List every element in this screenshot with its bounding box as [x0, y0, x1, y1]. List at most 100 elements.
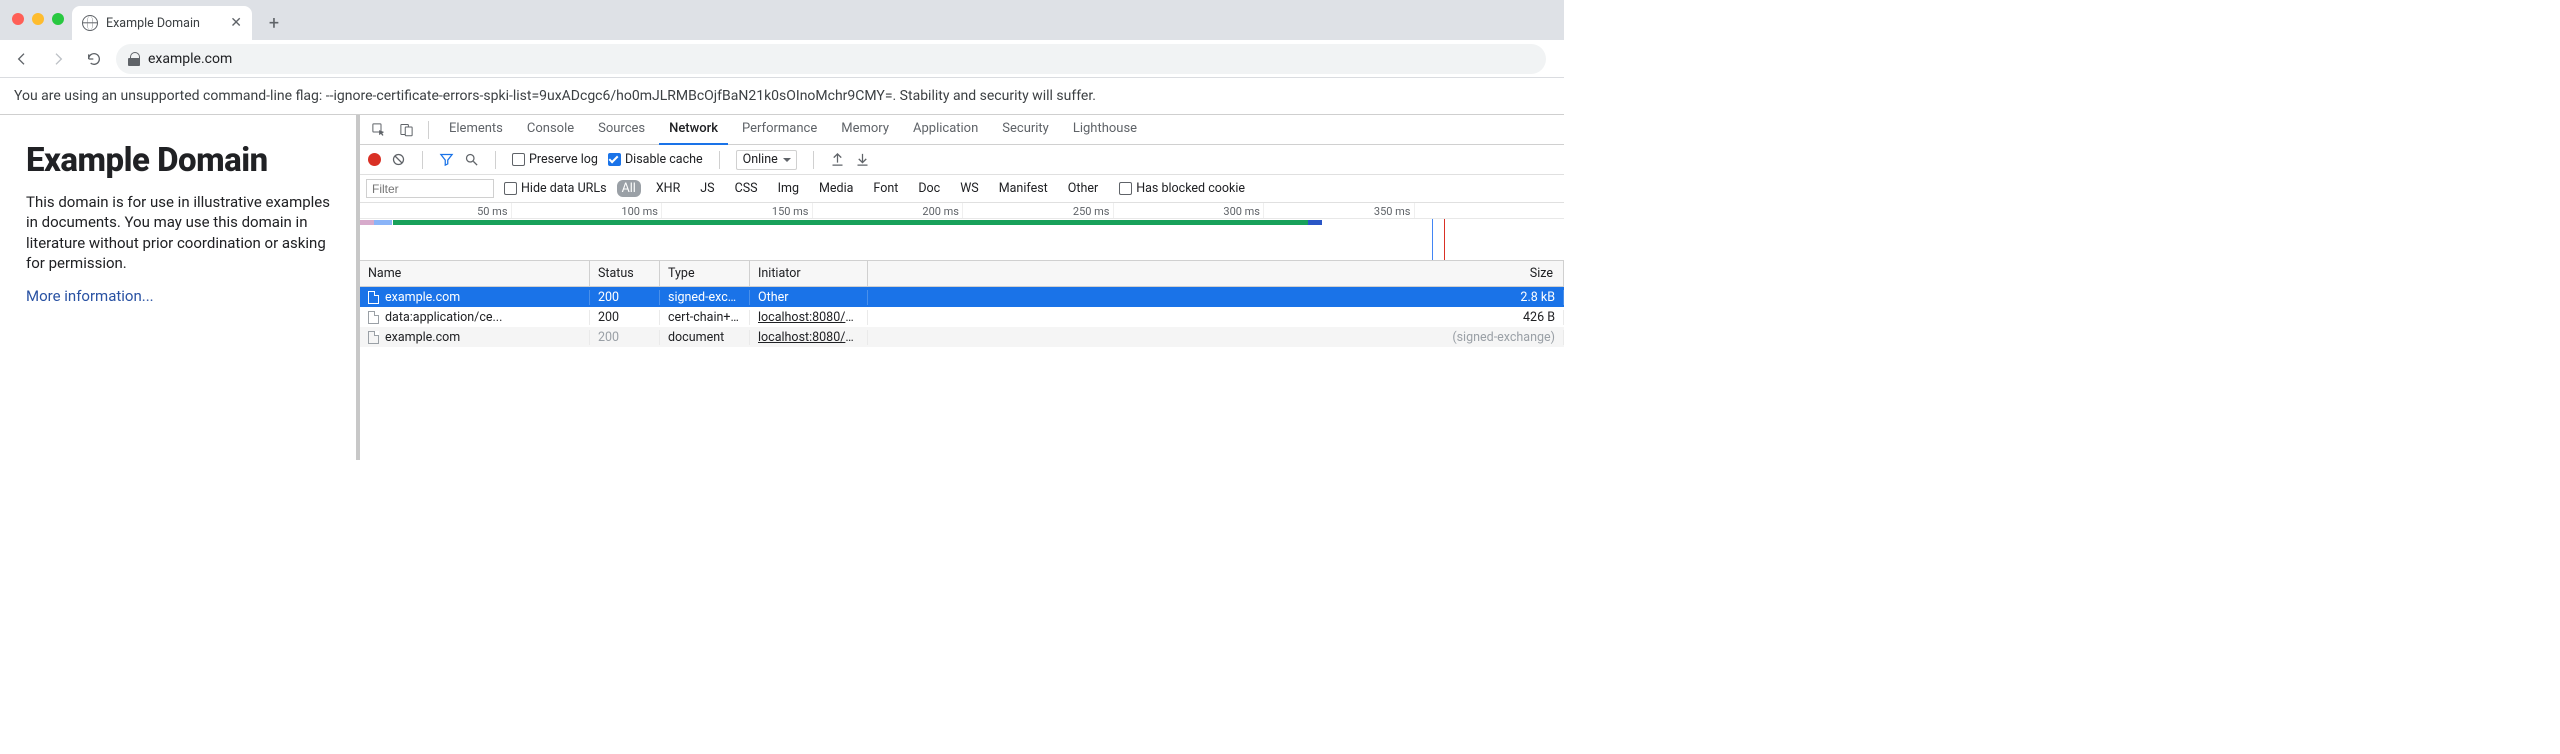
browser-tab[interactable]: Example Domain ✕: [72, 6, 252, 40]
window-close-button[interactable]: [12, 13, 24, 25]
search-icon[interactable]: [464, 152, 479, 167]
upload-har-icon[interactable]: [830, 152, 845, 167]
window-minimize-button[interactable]: [32, 13, 44, 25]
disable-cache-checkbox[interactable]: Disable cache: [608, 152, 703, 167]
col-type[interactable]: Type: [660, 261, 750, 286]
tab-lighthouse[interactable]: Lighthouse: [1063, 115, 1147, 145]
has-blocked-cookies-label: Has blocked cookie: [1136, 181, 1245, 196]
back-button[interactable]: [8, 45, 36, 73]
filter-input[interactable]: [366, 179, 494, 198]
cell-type: document: [660, 330, 750, 345]
url-text: example.com: [148, 51, 232, 67]
document-icon: [368, 291, 379, 304]
col-initiator[interactable]: Initiator: [750, 261, 868, 286]
separator: [495, 151, 496, 169]
close-tab-icon[interactable]: ✕: [230, 15, 242, 31]
cell-size: 2.8 kB: [868, 290, 1564, 305]
page-heading: Example Domain: [26, 141, 330, 180]
request-row[interactable]: example.com 200 signed-exchange ... Othe…: [360, 287, 1564, 307]
chrome-window: Example Domain ✕ + example.com You are u…: [0, 0, 1564, 460]
document-icon: [368, 311, 379, 324]
devtools-tabs: Elements Console Sources Network Perform…: [360, 115, 1564, 145]
filter-type-css[interactable]: CSS: [730, 180, 763, 197]
cell-size: (signed-exchange): [868, 330, 1564, 345]
devtools-panel: Elements Console Sources Network Perform…: [360, 115, 1564, 460]
forward-button[interactable]: [44, 45, 72, 73]
tab-console[interactable]: Console: [517, 115, 584, 145]
clear-icon[interactable]: [391, 152, 406, 167]
lock-icon: [128, 52, 140, 66]
col-status[interactable]: Status: [590, 261, 660, 286]
hide-data-urls-checkbox[interactable]: Hide data URLs: [504, 181, 607, 196]
filter-type-other[interactable]: Other: [1063, 180, 1103, 197]
timeline-ruler: 50 ms 100 ms 150 ms 200 ms 250 ms 300 ms…: [360, 203, 1564, 219]
record-button[interactable]: [368, 153, 381, 166]
document-icon: [368, 331, 379, 344]
tick: 150 ms: [772, 205, 812, 218]
cell-status: 200: [590, 290, 660, 305]
requests-grid-header: Name Status Type Initiator Size: [360, 261, 1564, 287]
cell-name: example.com: [385, 330, 460, 345]
preserve-log-checkbox[interactable]: Preserve log: [512, 152, 598, 167]
marker-dcl: [1432, 219, 1433, 260]
request-row[interactable]: example.com 200 document localhost:8080/…: [360, 327, 1564, 347]
tab-strip: Example Domain ✕ +: [0, 0, 1564, 40]
col-size[interactable]: Size: [868, 261, 1564, 286]
tab-performance[interactable]: Performance: [732, 115, 827, 145]
browser-toolbar: example.com: [0, 40, 1564, 78]
cell-size: 426 B: [868, 310, 1564, 325]
col-name[interactable]: Name: [360, 261, 590, 286]
tick: 50 ms: [477, 205, 510, 218]
filter-icon[interactable]: [439, 152, 454, 167]
tab-network[interactable]: Network: [659, 115, 728, 145]
filter-type-doc[interactable]: Doc: [913, 180, 945, 197]
tick: 200 ms: [922, 205, 962, 218]
page-paragraph: This domain is for use in illustrative e…: [26, 192, 330, 273]
cell-name: data:application/ce...: [385, 310, 502, 325]
window-maximize-button[interactable]: [52, 13, 64, 25]
throttling-value: Online: [743, 152, 778, 167]
page-link[interactable]: More information...: [26, 287, 154, 305]
device-toolbar-icon[interactable]: [394, 118, 418, 142]
filter-type-img[interactable]: Img: [773, 180, 804, 197]
tick: 100 ms: [621, 205, 661, 218]
filter-type-ws[interactable]: WS: [955, 180, 984, 197]
tick: 300 ms: [1223, 205, 1263, 218]
tab-application[interactable]: Application: [903, 115, 988, 145]
disable-cache-label: Disable cache: [625, 152, 703, 167]
request-row[interactable]: data:application/ce... 200 cert-chain+cb…: [360, 307, 1564, 327]
cell-initiator[interactable]: localhost:8080/priv/doc/...: [758, 310, 868, 325]
has-blocked-cookies-checkbox[interactable]: Has blocked cookie: [1119, 181, 1245, 196]
filter-type-all[interactable]: All: [617, 180, 641, 197]
requests-grid: example.com 200 signed-exchange ... Othe…: [360, 287, 1564, 347]
cell-status: 200: [590, 330, 660, 345]
cell-name: example.com: [385, 290, 460, 305]
preserve-log-label: Preserve log: [529, 152, 598, 167]
cell-initiator: Other: [750, 290, 868, 305]
throttling-select[interactable]: Online: [736, 150, 797, 170]
cell-type: cert-chain+cbor: [660, 310, 750, 325]
tab-title: Example Domain: [106, 16, 222, 31]
cell-initiator[interactable]: localhost:8080/priv/doc/...: [758, 330, 868, 345]
inspect-element-icon[interactable]: [366, 118, 390, 142]
filter-type-font[interactable]: Font: [868, 180, 903, 197]
filter-type-manifest[interactable]: Manifest: [994, 180, 1053, 197]
download-har-icon[interactable]: [855, 152, 870, 167]
reload-button[interactable]: [80, 45, 108, 73]
new-tab-button[interactable]: +: [260, 9, 288, 37]
tab-security[interactable]: Security: [992, 115, 1059, 145]
filter-type-js[interactable]: JS: [695, 180, 719, 197]
filter-type-media[interactable]: Media: [814, 180, 858, 197]
globe-icon: [82, 15, 98, 31]
tab-memory[interactable]: Memory: [831, 115, 899, 145]
window-controls: [12, 13, 64, 25]
network-filter-bar: Hide data URLs All XHR JS CSS Img Media …: [360, 175, 1564, 203]
tab-sources[interactable]: Sources: [588, 115, 655, 145]
content-split: Example Domain This domain is for use in…: [0, 114, 1564, 460]
separator: [719, 151, 720, 169]
address-bar[interactable]: example.com: [116, 44, 1546, 74]
network-timeline[interactable]: 50 ms 100 ms 150 ms 200 ms 250 ms 300 ms…: [360, 203, 1564, 261]
filter-type-xhr[interactable]: XHR: [651, 180, 685, 197]
tab-elements[interactable]: Elements: [439, 115, 513, 145]
overview-bar: [374, 220, 392, 225]
